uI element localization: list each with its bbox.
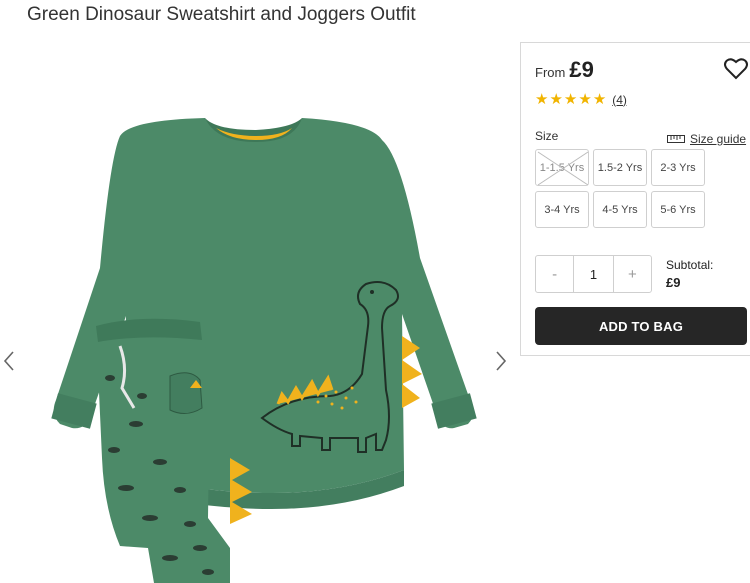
chevron-right-icon: [496, 351, 507, 371]
product-image: [51, 118, 477, 583]
price-from-label: From: [535, 65, 566, 80]
add-to-bag-button[interactable]: ADD TO BAG: [535, 307, 747, 345]
star-icon: ★: [578, 91, 592, 108]
rating: ★ ★ ★ ★ ★ (4): [535, 92, 627, 107]
size-label: Size: [535, 129, 559, 143]
size-option[interactable]: 1.5-2 Yrs: [593, 149, 647, 186]
quantity-decrease-button[interactable]: -: [536, 256, 573, 292]
gallery-prev-button[interactable]: [0, 348, 18, 374]
subtotal-value: £9: [666, 275, 681, 290]
reviews-link[interactable]: (4): [612, 93, 627, 107]
heart-icon: [724, 58, 748, 80]
size-option-label: 4-5 Yrs: [602, 203, 638, 216]
purchase-panel: From £9 ★ ★ ★ ★ ★ (4) Size Size guide 1-…: [520, 42, 750, 356]
product-gallery: [0, 40, 515, 583]
price-value: £9: [569, 57, 594, 82]
chevron-left-icon: [3, 351, 14, 371]
subtotal-label: Subtotal:: [666, 258, 714, 272]
size-option[interactable]: 4-5 Yrs: [593, 191, 647, 228]
size-option[interactable]: 5-6 Yrs: [651, 191, 705, 228]
quantity-input[interactable]: 1: [573, 256, 614, 292]
size-option-label: 2-3 Yrs: [660, 161, 696, 174]
size-option[interactable]: 3-4 Yrs: [535, 191, 589, 228]
size-option-unavailable[interactable]: 1-1.5 Yrs: [535, 149, 589, 186]
price-row: From £9: [535, 57, 594, 83]
size-guide-label: Size guide: [690, 132, 747, 146]
unavailable-cross-icon: [537, 151, 589, 186]
pocket: [169, 372, 203, 414]
size-option-label: 3-4 Yrs: [544, 203, 580, 216]
subtotal: Subtotal: £9: [666, 258, 713, 290]
size-option[interactable]: 2-3 Yrs: [651, 149, 705, 186]
star-icon: ★: [592, 91, 607, 108]
wishlist-button[interactable]: [723, 57, 749, 81]
size-option-label: 5-6 Yrs: [660, 203, 696, 216]
star-icon: ★: [549, 91, 563, 108]
star-icon: ★: [535, 91, 549, 108]
gallery-next-button[interactable]: [492, 348, 510, 374]
star-icon: ★: [563, 91, 578, 108]
size-guide-link[interactable]: Size guide: [667, 132, 746, 146]
ruler-icon: [667, 135, 685, 143]
product-title: Green Dinosaur Sweatshirt and Joggers Ou…: [27, 4, 416, 25]
quantity-stepper: - 1 +: [535, 255, 652, 293]
quantity-increase-button[interactable]: +: [614, 256, 651, 292]
size-option-label: 1.5-2 Yrs: [597, 161, 643, 174]
